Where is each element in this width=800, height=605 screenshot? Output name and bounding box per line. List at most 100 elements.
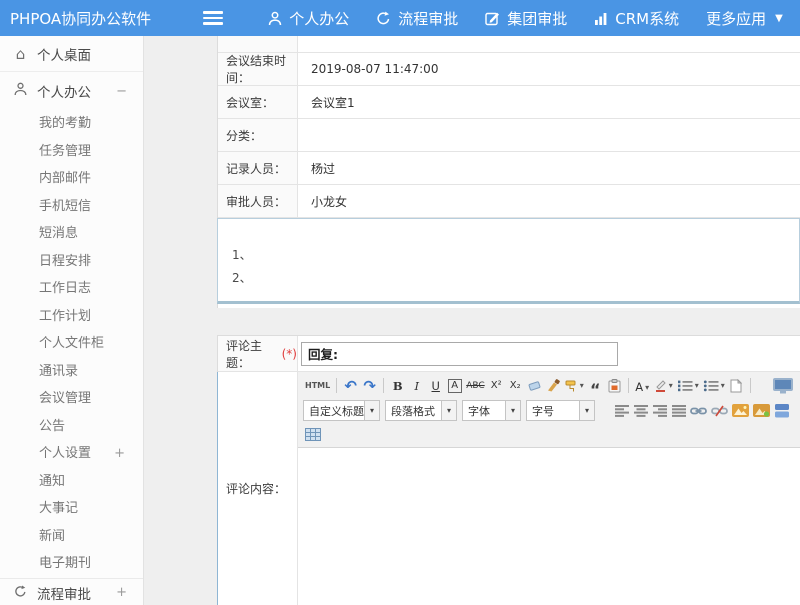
expand-icon[interactable]: + <box>114 440 125 468</box>
sidebar-item-short-message[interactable]: 短消息 <box>0 220 143 248</box>
nav-crm-system[interactable]: CRM系统 <box>594 8 679 29</box>
align-right-icon[interactable] <box>650 401 669 421</box>
dropdown-value: 自定义标题 <box>304 403 364 419</box>
sidebar-item-memorabilia[interactable]: 大事记 <box>0 495 143 523</box>
align-left-icon[interactable] <box>612 401 631 421</box>
nav-personal-office[interactable]: 个人办公 <box>268 8 349 29</box>
sidebar-item-label: 手机短信 <box>39 193 91 221</box>
superscript-button[interactable]: X² <box>487 376 506 396</box>
paint-format-icon[interactable]: ▾ <box>563 376 586 396</box>
nav-label: CRM系统 <box>615 8 679 29</box>
sidebar-item-contacts[interactable]: 通讯录 <box>0 358 143 386</box>
strikethrough-button[interactable]: ABC <box>464 376 486 396</box>
rich-text-editor: HTML ↶ ↷ B I U A ABC X² X₂ <box>298 372 800 605</box>
sidebar-item-sms[interactable]: 手机短信 <box>0 193 143 221</box>
link-icon[interactable] <box>688 401 709 421</box>
form-value-cell <box>298 36 800 52</box>
collapse-icon[interactable]: − <box>116 84 127 99</box>
fullscreen-monitor-icon[interactable] <box>771 376 795 396</box>
sidebar-item-my-attendance[interactable]: 我的考勤 <box>0 110 143 138</box>
unlink-icon[interactable] <box>709 401 730 421</box>
undo-icon[interactable]: ↶ <box>341 376 360 396</box>
sidebar-item-label: 通讯录 <box>39 358 78 386</box>
comment-subject-row: 评论主题： (*) <box>218 336 800 372</box>
sidebar-item-internal-mail[interactable]: 内部邮件 <box>0 165 143 193</box>
insert-table-icon[interactable] <box>303 424 323 444</box>
table-row-end-time: 会议结束时间： 2019-08-07 11:47:00 <box>218 53 800 86</box>
form-label: 会议室： <box>218 86 298 118</box>
paste-from-word-icon[interactable] <box>605 376 624 396</box>
font-family-dropdown[interactable]: 字体▾ <box>462 400 521 421</box>
table-row-approver: 审批人员： 小龙女 <box>218 185 800 218</box>
eraser-icon[interactable] <box>525 376 544 396</box>
nav-label: 个人办公 <box>289 8 349 29</box>
person-icon <box>13 82 28 100</box>
sidebar-item-personal-files[interactable]: 个人文件柜 <box>0 330 143 358</box>
comment-subject-label-cell: 评论主题： (*) <box>218 336 298 371</box>
heading-dropdown[interactable]: 自定义标题▾ <box>303 400 380 421</box>
caret-down-icon: ▾ <box>695 381 699 390</box>
italic-button[interactable]: I <box>407 376 426 396</box>
editor-toolbar: HTML ↶ ↷ B I U A ABC X² X₂ <box>298 372 800 448</box>
insert-media-icon[interactable] <box>751 401 772 421</box>
sidebar-item-label: 大事记 <box>39 495 78 523</box>
caret-down-icon: ▾ <box>364 401 379 420</box>
sidebar-item-meeting-management[interactable]: 会议管理 <box>0 385 143 413</box>
align-justify-icon[interactable] <box>669 401 688 421</box>
ordered-list-icon[interactable]: ▾ <box>675 376 701 396</box>
insert-file-icon[interactable] <box>772 401 791 421</box>
sidebar-item-label: 日程安排 <box>39 248 91 276</box>
sidebar-item-personal-settings[interactable]: 个人设置 + <box>0 440 143 468</box>
subscript-button[interactable]: X₂ <box>506 376 525 396</box>
sidebar-item-label: 个人设置 <box>39 440 91 468</box>
underline-button[interactable]: U <box>426 376 445 396</box>
sidebar-item-personal-office[interactable]: 个人办公 − <box>0 72 143 110</box>
editor-toolbar-row-2: 自定义标题▾ 段落格式▾ 字体▾ 字号▾ <box>298 398 800 423</box>
nav-workflow-approval[interactable]: 流程审批 <box>376 8 458 29</box>
bullet-list-icon[interactable]: ▾ <box>701 376 727 396</box>
sidebar-item-task-management[interactable]: 任务管理 <box>0 138 143 166</box>
sidebar-item-notice[interactable]: 通知 <box>0 468 143 496</box>
sidebar-item-e-journal[interactable]: 电子期刊 <box>0 550 143 578</box>
sidebar-item-label: 任务管理 <box>39 138 91 166</box>
meeting-content-box: 1、 2、 <box>217 218 800 304</box>
dropdown-value: 字号 <box>527 403 579 419</box>
redo-icon[interactable]: ↷ <box>360 376 379 396</box>
font-size-dropdown[interactable]: 字号▾ <box>526 400 595 421</box>
new-document-icon[interactable] <box>727 376 746 396</box>
sidebar-item-news[interactable]: 新闻 <box>0 523 143 551</box>
editor-content-area[interactable] <box>298 448 800 605</box>
form-value: 会议室1 <box>298 86 800 118</box>
font-style-box-icon[interactable]: A <box>448 379 462 393</box>
expand-icon[interactable]: + <box>116 585 127 600</box>
clean-format-brush-icon[interactable] <box>544 376 563 396</box>
meeting-content-line: 2、 <box>232 267 799 290</box>
app-title: PHPOA协同办公软件 <box>10 8 151 29</box>
sidebar-item-schedule[interactable]: 日程安排 <box>0 248 143 276</box>
sidebar-item-work-plan[interactable]: 工作计划 <box>0 303 143 331</box>
bold-button[interactable]: B <box>388 376 407 396</box>
align-center-icon[interactable] <box>631 401 650 421</box>
edit-icon <box>485 11 500 26</box>
nav-group-approval[interactable]: 集团审批 <box>485 8 567 29</box>
comment-subject-input[interactable] <box>301 342 618 366</box>
table-row-category: 分类： <box>218 119 800 152</box>
table-row-partial <box>218 36 800 53</box>
source-code-button[interactable]: HTML <box>303 376 332 396</box>
form-label: 分类： <box>218 119 298 151</box>
top-header: PHPOA协同办公软件 个人办公 流程审批 集团审批 CRM系统 更多应用 ▼ <box>0 0 800 36</box>
main-content: 会议结束时间： 2019-08-07 11:47:00 会议室： 会议室1 分类… <box>145 36 800 605</box>
sidebar-item-work-diary[interactable]: 工作日志 <box>0 275 143 303</box>
caret-down-icon: ▾ <box>441 401 456 420</box>
sidebar: ⌂ 个人桌面 个人办公 − 我的考勤 任务管理 内部邮件 手机短信 短消息 日程… <box>0 36 144 605</box>
blockquote-icon[interactable]: “ <box>586 376 605 396</box>
highlight-pen-icon[interactable]: ▾ <box>652 376 675 396</box>
sidebar-item-workflow-approval[interactable]: 流程审批 + <box>0 578 143 605</box>
sidebar-item-announcement[interactable]: 公告 <box>0 413 143 441</box>
sidebar-item-personal-desktop[interactable]: ⌂ 个人桌面 <box>0 36 143 72</box>
hamburger-menu-icon[interactable] <box>203 11 223 25</box>
insert-image-icon[interactable] <box>730 401 751 421</box>
font-color-button[interactable]: A▾ <box>633 376 652 396</box>
paragraph-format-dropdown[interactable]: 段落格式▾ <box>385 400 457 421</box>
nav-more-apps[interactable]: 更多应用 ▼ <box>706 8 783 29</box>
